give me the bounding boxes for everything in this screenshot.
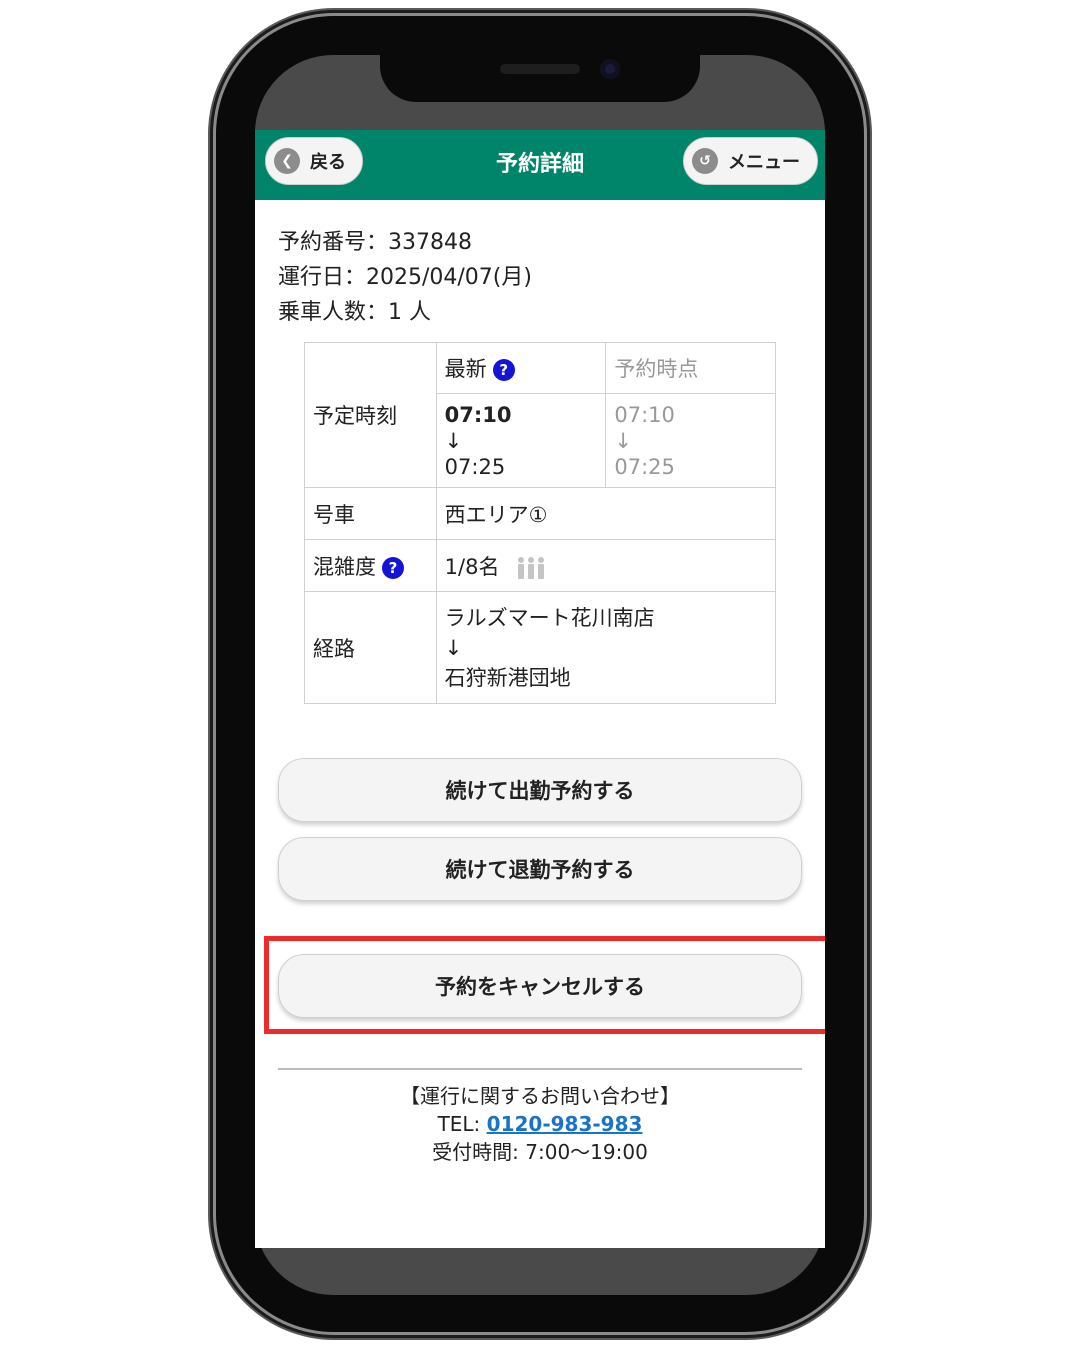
service-date: 運行日：2025/04/07(月): [278, 265, 532, 290]
latest-time-cell: 07:10 ↓ 07:25: [435, 393, 607, 488]
header-bar: 予約詳細 ❮ 戻る ↺ メニュー: [255, 130, 825, 200]
latest-arrive-time: 07:25: [444, 454, 506, 479]
contact-footer: 【運行に関するお問い合わせ】 TEL: 0120-983-983 受付時間: 7…: [255, 1082, 825, 1166]
at-booking-header: 予約時点: [605, 342, 776, 394]
return-arrow-icon: ↺: [692, 148, 718, 174]
continue-return-booking-button[interactable]: 続けて退勤予約する: [278, 837, 802, 901]
route-destination: 石狩新港団地: [444, 665, 571, 690]
route-label: 経路: [304, 591, 437, 704]
car-value: 西エリア①: [435, 487, 777, 540]
contact-heading: 【運行に関するお問い合わせ】: [400, 1084, 680, 1108]
help-icon[interactable]: ?: [492, 359, 515, 381]
crowd-label: 混雑度: [313, 554, 376, 579]
front-camera: [600, 59, 620, 79]
arrow-down: ↓: [614, 428, 632, 453]
table-row: 号車 西エリア①: [304, 487, 777, 540]
tel-prefix: TEL:: [437, 1112, 487, 1136]
people-icon: [518, 556, 545, 579]
contact-tel-line: TEL: 0120-983-983: [255, 1110, 825, 1138]
back-button-label: 戻る: [310, 152, 346, 173]
reservation-number: 予約番号：337848: [278, 230, 472, 255]
crowd-value: 1/8名: [444, 554, 500, 579]
reservation-info: 予約番号：337848 運行日：2025/04/07(月) 乗車人数：1 人: [278, 225, 532, 330]
passenger-count: 乗車人数：1 人: [278, 300, 431, 325]
back-button[interactable]: ❮ 戻る: [265, 137, 363, 185]
latest-depart-time: 07:10: [444, 402, 512, 427]
booking-depart-time: 07:10: [614, 402, 675, 427]
continue-commute-booking-button[interactable]: 続けて出勤予約する: [278, 758, 802, 822]
table-row: 経路 ラルズマート花川南店 ↓ 石狩新港団地: [304, 591, 777, 704]
menu-button-label: メニュー: [728, 152, 800, 173]
table-row: 予定時刻 最新? 予約時点: [304, 342, 776, 488]
speaker-grille: [500, 64, 580, 74]
app-screen: 予約詳細 ❮ 戻る ↺ メニュー 予約番号：337848 運行日：2025/04…: [255, 130, 825, 1248]
table-row: 混雑度? 1/8名: [304, 539, 777, 592]
crowd-label-cell: 混雑度?: [304, 539, 437, 592]
arrow-down: ↓: [444, 428, 463, 453]
latest-header: 最新?: [435, 342, 607, 394]
help-icon[interactable]: ?: [382, 556, 404, 579]
divider: [278, 1068, 802, 1070]
highlight-box: [264, 936, 825, 1034]
phone-link[interactable]: 0120-983-983: [487, 1112, 643, 1136]
crowd-value-cell: 1/8名: [435, 539, 777, 592]
route-origin: ラルズマート花川南店: [444, 605, 655, 630]
scheduled-time-label: 予定時刻: [304, 342, 437, 488]
reservation-detail-table: 予定時刻 最新? 予約時点 07:10 ↓ 07:25 07:10 ↓ 07:2…: [304, 342, 777, 704]
menu-button[interactable]: ↺ メニュー: [683, 137, 818, 185]
arrow-down: ↓: [444, 635, 463, 660]
route-cell: ラルズマート花川南店 ↓ 石狩新港団地: [435, 591, 777, 704]
car-label: 号車: [304, 487, 437, 540]
latest-header-label: 最新: [444, 357, 487, 381]
booking-arrive-time: 07:25: [614, 454, 675, 479]
chevron-left-icon: ❮: [274, 148, 300, 174]
reception-hours: 受付時間: 7:00〜19:00: [432, 1140, 648, 1164]
booking-time-cell: 07:10 ↓ 07:25: [605, 393, 776, 488]
power-button: [864, 320, 870, 470]
